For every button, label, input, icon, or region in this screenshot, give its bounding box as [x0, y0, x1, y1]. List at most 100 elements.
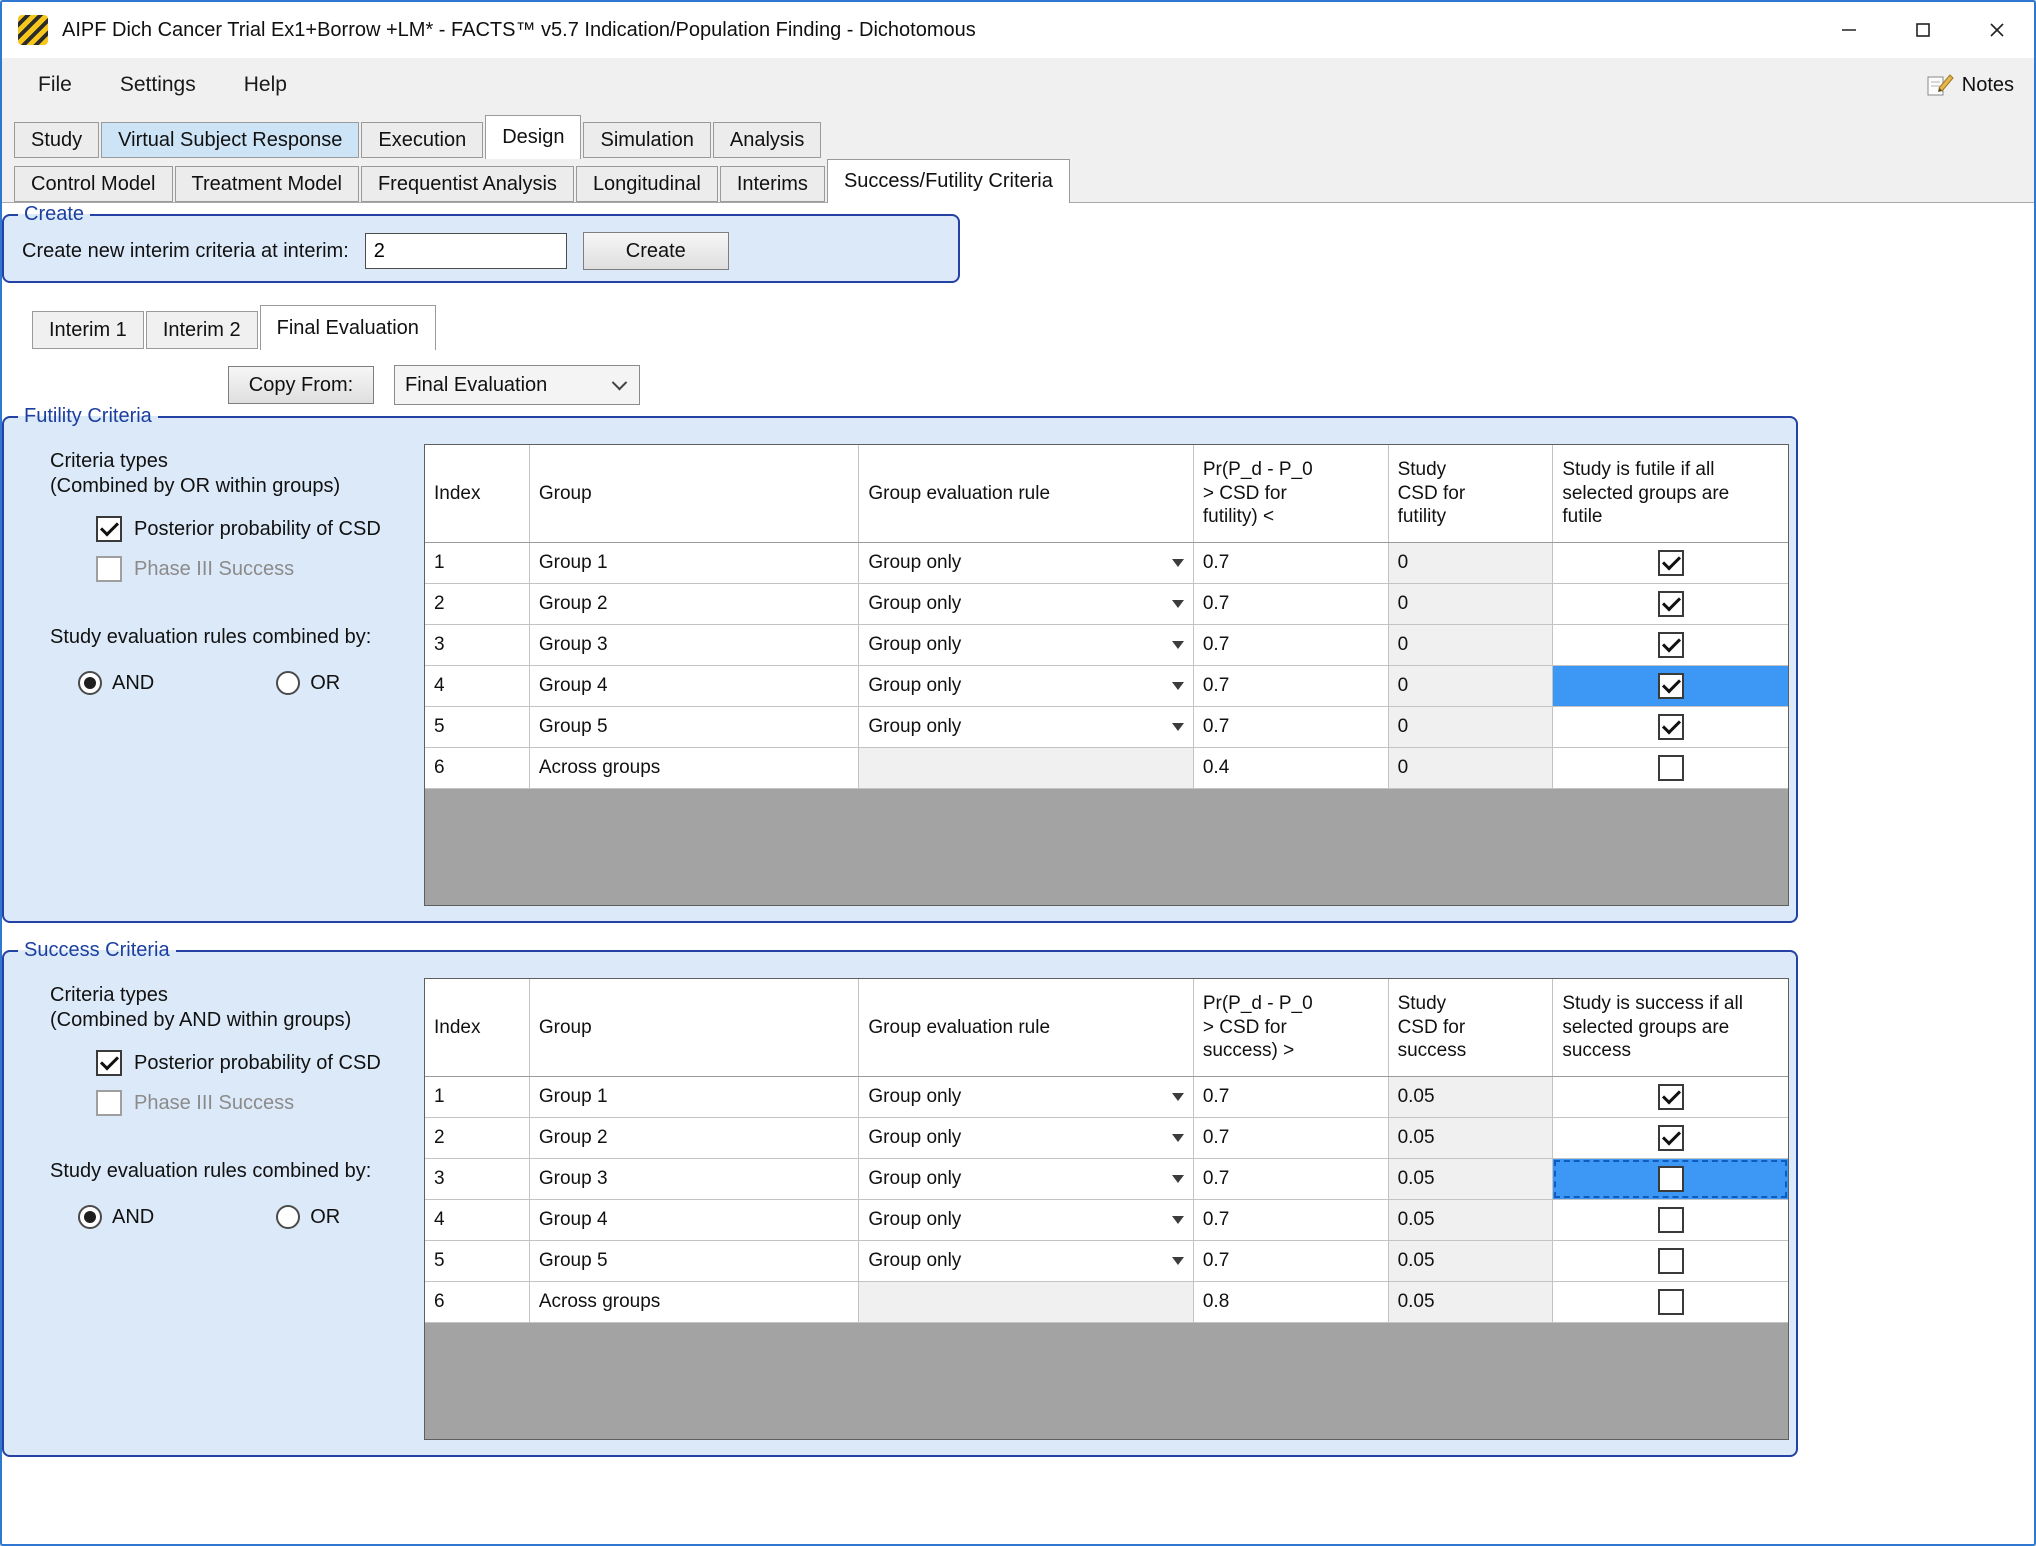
success-legend: Success Criteria	[24, 939, 170, 961]
checkbox-cell[interactable]	[1553, 543, 1788, 583]
copy-from-button[interactable]: Copy From:	[228, 366, 374, 404]
row-checkbox[interactable]	[1657, 1207, 1684, 1233]
rule-dropdown-cell[interactable]: Group only	[859, 1241, 1194, 1281]
checkbox-cell[interactable]	[1553, 1200, 1788, 1240]
row-checkbox[interactable]	[1657, 673, 1684, 699]
menu-settings[interactable]: Settings	[96, 58, 220, 112]
notes-button[interactable]: Notes	[1926, 72, 2014, 98]
and-radio[interactable]	[78, 671, 102, 695]
row-checkbox[interactable]	[1657, 755, 1684, 781]
tab-execution[interactable]: Execution	[361, 122, 484, 158]
group-cell: Group 5	[530, 707, 860, 747]
rule-dropdown-cell[interactable]: Group only	[859, 584, 1194, 624]
checkbox-cell[interactable]	[1553, 666, 1788, 706]
copy-from-dropdown[interactable]: Final Evaluation	[394, 365, 640, 405]
pr-value-cell[interactable]: 0.7	[1194, 666, 1389, 706]
checkbox-cell[interactable]	[1553, 1282, 1788, 1322]
rule-dropdown-cell[interactable]: Group only	[859, 1077, 1194, 1117]
rule-dropdown-cell[interactable]: Group only	[859, 707, 1194, 747]
pr-value-cell[interactable]: 0.7	[1194, 1200, 1389, 1240]
tab-study[interactable]: Study	[14, 122, 100, 158]
pr-value-cell[interactable]: 0.4	[1194, 748, 1389, 788]
success-table-header: Index Group Group evaluation rule Pr(P_d…	[425, 979, 1788, 1077]
pr-value-cell[interactable]: 0.7	[1194, 625, 1389, 665]
tab-treatment-model[interactable]: Treatment Model	[174, 166, 359, 202]
csd-value-cell: 0	[1388, 707, 1554, 747]
csd-value-cell: 0	[1388, 666, 1554, 706]
tab-final-evaluation[interactable]: Final Evaluation	[259, 305, 436, 350]
rule-dropdown-cell	[859, 748, 1194, 788]
pr-value-cell[interactable]: 0.7	[1194, 1077, 1389, 1117]
checkbox-cell[interactable]	[1553, 1118, 1788, 1158]
pr-value-cell[interactable]: 0.7	[1194, 1118, 1389, 1158]
pr-value-cell[interactable]: 0.8	[1194, 1282, 1389, 1322]
row-checkbox[interactable]	[1657, 714, 1684, 740]
column-header-index: Index	[425, 445, 530, 542]
posterior-probability-checkbox[interactable]	[96, 1050, 122, 1076]
checkbox-cell[interactable]	[1553, 584, 1788, 624]
close-button[interactable]	[1960, 2, 2034, 58]
rule-dropdown-cell[interactable]: Group only	[859, 1118, 1194, 1158]
and-radio[interactable]	[78, 1205, 102, 1229]
pr-value-cell[interactable]: 0.7	[1194, 584, 1389, 624]
index-cell: 1	[425, 1077, 530, 1117]
row-checkbox[interactable]	[1657, 1289, 1684, 1315]
row-checkbox[interactable]	[1657, 591, 1684, 617]
tab-frequentist-analysis[interactable]: Frequentist Analysis	[360, 166, 574, 202]
row-checkbox[interactable]	[1657, 1125, 1684, 1151]
group-cell: Group 5	[530, 1241, 860, 1281]
rule-dropdown-cell[interactable]: Group only	[859, 543, 1194, 583]
tab-analysis[interactable]: Analysis	[712, 122, 822, 158]
tab-longitudinal[interactable]: Longitudinal	[575, 166, 718, 202]
criteria-types-label: Criteria types	[50, 450, 168, 472]
group-cell: Group 4	[530, 666, 860, 706]
checkbox-cell[interactable]	[1553, 625, 1788, 665]
tab-interims[interactable]: Interims	[719, 166, 825, 202]
menu-help[interactable]: Help	[220, 58, 311, 112]
tab-success-futility-criteria[interactable]: Success/Futility Criteria	[826, 159, 1070, 203]
pr-value-cell[interactable]: 0.7	[1194, 543, 1389, 583]
row-checkbox[interactable]	[1657, 1166, 1684, 1192]
or-radio[interactable]	[276, 1205, 301, 1229]
create-button[interactable]: Create	[582, 232, 729, 270]
tab-simulation[interactable]: Simulation	[583, 122, 711, 158]
pr-value-cell[interactable]: 0.7	[1194, 1241, 1389, 1281]
row-checkbox[interactable]	[1657, 632, 1684, 658]
menu-bar: File Settings Help Notes	[2, 58, 2034, 112]
tab-control-model[interactable]: Control Model	[14, 166, 173, 202]
pr-value-cell[interactable]: 0.7	[1194, 707, 1389, 747]
checkbox-cell[interactable]	[1553, 1077, 1788, 1117]
rule-dropdown-cell[interactable]: Group only	[859, 1159, 1194, 1199]
rules-combined-label: Study evaluation rules combined by:	[50, 626, 372, 648]
rule-dropdown-cell	[859, 1282, 1194, 1322]
maximize-button[interactable]	[1886, 2, 1960, 58]
posterior-probability-checkbox[interactable]	[96, 516, 122, 542]
menu-file[interactable]: File	[14, 58, 96, 112]
row-checkbox[interactable]	[1657, 1084, 1684, 1110]
row-checkbox[interactable]	[1657, 1248, 1684, 1274]
checkbox-cell[interactable]	[1553, 748, 1788, 788]
checkbox-cell[interactable]	[1553, 1159, 1788, 1199]
table-row: 6 Across groups 0.4 0	[425, 748, 1788, 789]
dropdown-arrow-icon	[1171, 1175, 1184, 1183]
tab-design[interactable]: Design	[485, 115, 582, 159]
or-radio-label: OR	[310, 671, 341, 694]
or-radio[interactable]	[276, 671, 301, 695]
tab-interim-1[interactable]: Interim 1	[32, 311, 144, 349]
tab-interim-2[interactable]: Interim 2	[145, 311, 258, 349]
criteria-types-note: (Combined by AND within groups)	[50, 1009, 352, 1031]
title-bar: AIPF Dich Cancer Trial Ex1+Borrow +LM* -…	[2, 2, 2034, 58]
csd-value-cell: 0.05	[1388, 1200, 1554, 1240]
rule-dropdown-cell[interactable]: Group only	[859, 1200, 1194, 1240]
rule-dropdown-cell[interactable]: Group only	[859, 666, 1194, 706]
checkbox-cell[interactable]	[1553, 1241, 1788, 1281]
rule-dropdown-cell[interactable]: Group only	[859, 625, 1194, 665]
pr-value-cell[interactable]: 0.7	[1194, 1159, 1389, 1199]
csd-value-cell: 0.05	[1388, 1077, 1554, 1117]
checkbox-cell[interactable]	[1553, 707, 1788, 747]
tab-virtual-subject-response[interactable]: Virtual Subject Response	[101, 122, 360, 158]
criteria-types-label: Criteria types	[50, 984, 168, 1006]
create-interim-input[interactable]	[364, 233, 567, 269]
minimize-button[interactable]	[1812, 2, 1886, 58]
row-checkbox[interactable]	[1657, 550, 1684, 576]
